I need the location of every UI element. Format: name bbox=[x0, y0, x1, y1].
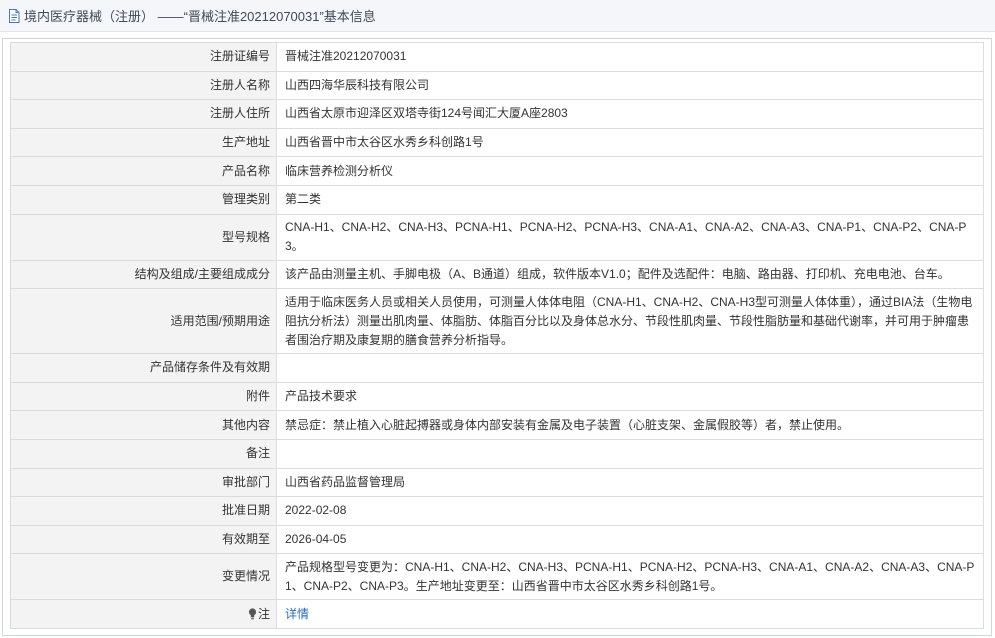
row-label: 批准日期 bbox=[10, 496, 277, 526]
table-row: 产品名称 临床营养检测分析仪 bbox=[10, 156, 984, 186]
note-row: 注 详情 bbox=[10, 599, 984, 629]
row-value: 2022-02-08 bbox=[276, 496, 984, 526]
row-label: 产品储存条件及有效期 bbox=[10, 353, 277, 383]
table-row: 适用范围/预期用途 适用于临床医务人员或相关人员使用，可测量人体体电阻（CNA-… bbox=[10, 288, 984, 355]
row-value: CNA-H1、CNA-H2、CNA-H3、PCNA-H1、PCNA-H2、PCN… bbox=[276, 213, 984, 261]
row-value: 2026-04-05 bbox=[276, 524, 984, 555]
row-label: 备注 bbox=[10, 438, 277, 469]
row-label: 有效期至 bbox=[10, 524, 277, 555]
row-label: 适用范围/预期用途 bbox=[10, 288, 277, 355]
row-label: 管理类别 bbox=[10, 184, 277, 215]
row-label: 注册人名称 bbox=[10, 70, 277, 101]
row-label: 型号规格 bbox=[10, 213, 277, 261]
row-label: 产品名称 bbox=[10, 156, 277, 186]
note-label: 注 bbox=[257, 606, 270, 621]
document-icon bbox=[9, 8, 20, 23]
page-title: 境内医疗器械（注册） ——“晋械注准20212070031”基本信息 bbox=[24, 9, 376, 24]
table-row: 管理类别 第二类 bbox=[10, 184, 984, 215]
row-value: 临床营养检测分析仪 bbox=[276, 156, 984, 186]
table-row: 注册人住所 山西省太原市迎泽区双塔寺街124号闻汇大厦A座2803 bbox=[10, 99, 984, 129]
table-row: 注册证编号 晋械注准20212070031 bbox=[10, 42, 984, 72]
table-row: 注册人名称 山西四海华辰科技有限公司 bbox=[10, 70, 984, 101]
detail-panel: 注册证编号 晋械注准20212070031 注册人名称 山西四海华辰科技有限公司… bbox=[2, 38, 992, 636]
row-label: 结构及组成/主要组成成分 bbox=[10, 259, 277, 290]
note-value: 详情 bbox=[276, 599, 984, 629]
page-header: 境内医疗器械（注册） ——“晋械注准20212070031”基本信息 bbox=[0, 0, 995, 32]
row-label: 审批部门 bbox=[10, 467, 277, 498]
table-row: 生产地址 山西省晋中市太谷区水秀乡科创路1号 bbox=[10, 127, 984, 158]
row-value: 该产品由测量主机、手脚电极（A、B通道）组成，软件版本V1.0；配件及选配件：电… bbox=[276, 259, 984, 290]
table-row: 变更情况 产品规格型号变更为：CNA-H1、CNA-H2、CNA-H3、PCNA… bbox=[10, 553, 984, 601]
row-value: 第二类 bbox=[276, 184, 984, 215]
detail-table: 注册证编号 晋械注准20212070031 注册人名称 山西四海华辰科技有限公司… bbox=[10, 42, 984, 629]
table-row: 审批部门 山西省药品监督管理局 bbox=[10, 467, 984, 498]
table-row: 产品储存条件及有效期 bbox=[10, 353, 984, 383]
row-value: 晋械注准20212070031 bbox=[276, 42, 984, 72]
row-value: 适用于临床医务人员或相关人员使用，可测量人体体电阻（CNA-H1、CNA-H2、… bbox=[276, 288, 984, 355]
row-label: 注册证编号 bbox=[10, 42, 277, 72]
row-value: 山西四海华辰科技有限公司 bbox=[276, 70, 984, 101]
row-value: 产品规格型号变更为：CNA-H1、CNA-H2、CNA-H3、PCNA-H1、P… bbox=[276, 553, 984, 601]
row-label: 生产地址 bbox=[10, 127, 277, 158]
table-row: 有效期至 2026-04-05 bbox=[10, 524, 984, 555]
row-label: 其他内容 bbox=[10, 410, 277, 440]
table-row: 型号规格 CNA-H1、CNA-H2、CNA-H3、PCNA-H1、PCNA-H… bbox=[10, 213, 984, 261]
row-value: 禁忌症：禁止植入心脏起搏器或身体内部安装有金属及电子装置（心脏支架、金属假胶等）… bbox=[276, 410, 984, 440]
row-value bbox=[276, 438, 984, 469]
row-value: 山西省晋中市太谷区水秀乡科创路1号 bbox=[276, 127, 984, 158]
table-row: 批准日期 2022-02-08 bbox=[10, 496, 984, 526]
table-row: 其他内容 禁忌症：禁止植入心脏起搏器或身体内部安装有金属及电子装置（心脏支架、金… bbox=[10, 410, 984, 440]
row-label: 附件 bbox=[10, 381, 277, 412]
row-label: 注册人住所 bbox=[10, 99, 277, 129]
table-row: 备注 bbox=[10, 438, 984, 469]
row-value: 山西省太原市迎泽区双塔寺街124号闻汇大厦A座2803 bbox=[276, 99, 984, 129]
note-label-cell: 注 bbox=[10, 599, 277, 629]
row-value: 山西省药品监督管理局 bbox=[276, 467, 984, 498]
row-value bbox=[276, 353, 984, 383]
lightbulb-icon bbox=[248, 608, 257, 620]
detail-link[interactable]: 详情 bbox=[285, 607, 309, 621]
row-label: 变更情况 bbox=[10, 553, 277, 601]
table-row: 结构及组成/主要组成成分 该产品由测量主机、手脚电极（A、B通道）组成，软件版本… bbox=[10, 259, 984, 290]
table-row: 附件 产品技术要求 bbox=[10, 381, 984, 412]
row-value: 产品技术要求 bbox=[276, 381, 984, 412]
